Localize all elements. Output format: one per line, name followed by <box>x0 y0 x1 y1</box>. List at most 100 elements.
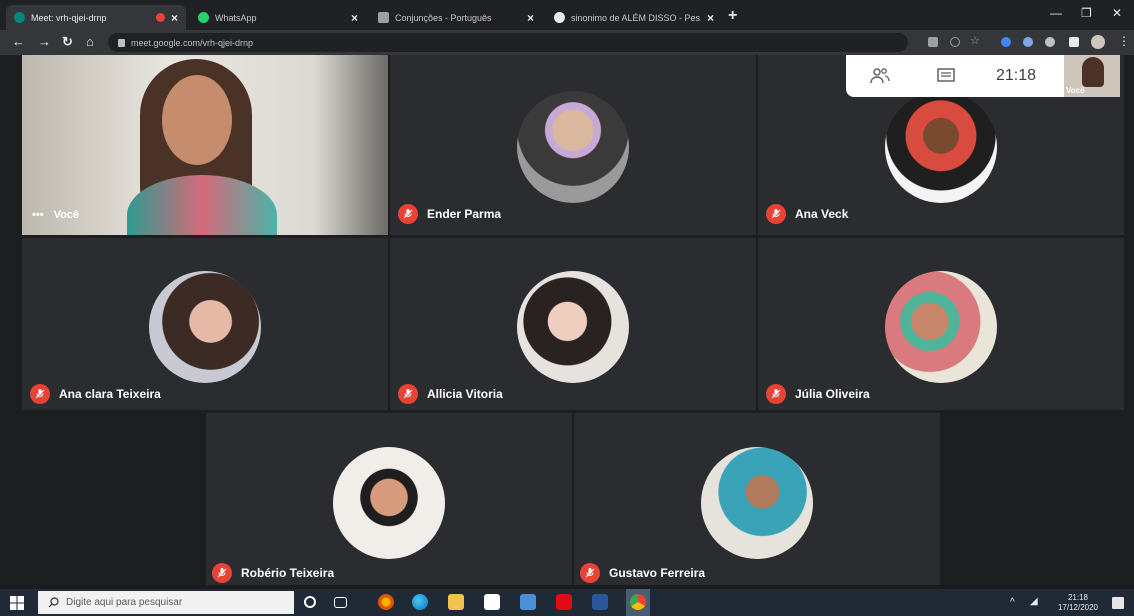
forward-icon[interactable]: → <box>38 34 51 49</box>
windows-start-icon[interactable] <box>10 596 24 610</box>
self-name: Você <box>53 209 80 221</box>
extension-icon[interactable] <box>1045 37 1055 47</box>
store-icon[interactable] <box>484 594 500 610</box>
camera-indicator-icon[interactable] <box>928 37 938 47</box>
self-video-tile[interactable]: ••• Você <box>22 55 388 235</box>
participant-name-bar: Ana clara Teixeira <box>30 384 161 404</box>
search-placeholder: Digite aqui para pesquisar <box>66 597 183 608</box>
participant-tile[interactable]: Robério Teixeira <box>206 413 572 585</box>
firefox-icon[interactable] <box>378 594 394 610</box>
people-icon[interactable] <box>870 67 890 85</box>
close-tab-icon[interactable]: × <box>351 11 358 25</box>
participant-avatar <box>885 271 997 383</box>
close-window-icon[interactable]: ✕ <box>1112 6 1122 20</box>
google-favicon-icon <box>554 12 565 23</box>
edge-icon[interactable] <box>412 594 428 610</box>
taskbar-clock[interactable]: 21:18 17/12/2020 <box>1046 593 1110 613</box>
participant-tile[interactable]: Júlia Oliveira <box>758 238 1124 410</box>
chrome-icon[interactable] <box>630 594 646 610</box>
mic-off-icon <box>30 384 50 404</box>
recording-dot-icon <box>155 13 165 22</box>
extension-icon[interactable] <box>1001 37 1011 47</box>
tab-conjuncoes-label: Conjunções - Português <box>395 12 492 23</box>
windows-taskbar: Digite aqui para pesquisar ^ ◢ 21:18 17/… <box>0 589 1134 616</box>
participant-avatar <box>149 271 261 383</box>
home-icon[interactable]: ⌂ <box>86 34 94 49</box>
participant-name: Robério Teixeira <box>241 566 335 580</box>
close-tab-icon[interactable]: × <box>527 11 534 25</box>
reload-icon[interactable]: ↻ <box>62 34 73 50</box>
netflix-icon[interactable] <box>556 594 572 610</box>
search-icon <box>48 597 59 608</box>
mic-off-icon <box>766 384 786 404</box>
participant-tile[interactable]: Allicia Vitoria <box>390 238 756 410</box>
mic-off-icon <box>398 204 418 224</box>
participant-name: Ana clara Teixeira <box>59 387 161 401</box>
tab-sinonimo-label: sinonimo de ALÉM DISSO - Pes... <box>571 12 701 23</box>
participant-avatar <box>517 271 629 383</box>
new-tab-icon[interactable]: + <box>728 7 737 25</box>
participant-name-bar: Gustavo Ferreira <box>580 563 705 583</box>
tab-meet[interactable]: Meet: vrh-qjei-drnp × <box>6 5 186 30</box>
taskbar-search-field[interactable]: Digite aqui para pesquisar <box>38 591 294 614</box>
self-video-face <box>162 75 232 165</box>
tray-expand-icon[interactable]: ^ <box>1010 598 1015 608</box>
participant-name-bar: Robério Teixeira <box>212 563 334 583</box>
url-field[interactable]: meet.google.com/vrh-qjei-drnp <box>108 33 908 52</box>
browser-tab-strip: Meet: vrh-qjei-drnp × WhatsApp × Conjunç… <box>0 0 1134 30</box>
participant-avatar <box>701 447 813 559</box>
participant-name: Gustavo Ferreira <box>609 566 706 580</box>
participant-name-bar: Ana Veck <box>766 204 848 224</box>
whatsapp-favicon-icon <box>198 12 209 23</box>
chat-icon[interactable] <box>936 67 956 85</box>
tab-meet-label: Meet: vrh-qjei-drnp <box>31 12 107 23</box>
file-explorer-icon[interactable] <box>448 594 464 610</box>
participant-tile[interactable]: Gustavo Ferreira <box>574 413 940 585</box>
close-tab-icon[interactable]: × <box>171 11 178 25</box>
participant-name-bar: Ender Parma <box>398 204 501 224</box>
url-text: meet.google.com/vrh-qjei-drnp <box>131 37 254 48</box>
participant-avatar <box>333 447 445 559</box>
lock-icon <box>118 38 125 47</box>
participant-avatar <box>885 91 997 203</box>
tab-whatsapp[interactable]: WhatsApp × <box>190 5 366 30</box>
self-thumbnail-figure <box>1082 57 1104 87</box>
word-icon[interactable] <box>592 594 608 610</box>
restore-icon[interactable]: ❐ <box>1081 6 1092 20</box>
mic-off-icon <box>766 204 786 224</box>
task-view-icon[interactable] <box>334 597 347 608</box>
close-tab-icon[interactable]: × <box>707 11 714 25</box>
participant-name: Júlia Oliveira <box>795 387 870 401</box>
taskbar-time: 21:18 <box>1067 593 1089 602</box>
taskbar-date: 17/12/2020 <box>1057 603 1099 612</box>
meeting-clock: 21:18 <box>996 67 1037 84</box>
puzzle-icon[interactable] <box>1069 37 1079 47</box>
menu-kebab-icon[interactable]: ⋮ <box>1118 34 1130 48</box>
minimize-icon[interactable]: — <box>1050 6 1062 20</box>
notifications-icon[interactable] <box>1112 597 1124 609</box>
tab-whatsapp-label: WhatsApp <box>215 12 257 23</box>
profile-avatar[interactable] <box>1091 35 1105 49</box>
participant-tile[interactable]: Ana clara Teixeira <box>22 238 388 410</box>
participant-avatar <box>517 91 629 203</box>
participant-tile[interactable]: Ender Parma <box>390 55 756 235</box>
more-options-icon[interactable]: ••• <box>32 209 44 221</box>
bookmark-star-icon[interactable]: ☆ <box>970 34 980 47</box>
tab-conjuncoes[interactable]: Conjunções - Português × <box>370 5 542 30</box>
cortana-icon[interactable] <box>304 596 316 608</box>
mic-off-icon <box>580 563 600 583</box>
mic-off-icon <box>398 384 418 404</box>
mic-off-icon <box>212 563 232 583</box>
meet-info-panel: 21:18 <box>846 55 1064 97</box>
meet-favicon-icon <box>14 12 25 23</box>
mail-icon[interactable] <box>520 594 536 610</box>
tab-sinonimo[interactable]: sinonimo de ALÉM DISSO - Pes... × <box>546 5 722 30</box>
zoom-icon[interactable] <box>950 37 960 47</box>
self-thumbnail[interactable]: Você <box>1064 55 1120 97</box>
network-icon[interactable]: ◢ <box>1030 597 1038 607</box>
extension-icon[interactable] <box>1023 37 1033 47</box>
back-icon[interactable]: ← <box>12 34 25 49</box>
participant-name-bar: Allicia Vitoria <box>398 384 503 404</box>
page-favicon-icon <box>378 12 389 23</box>
participant-name-bar: Júlia Oliveira <box>766 384 870 404</box>
